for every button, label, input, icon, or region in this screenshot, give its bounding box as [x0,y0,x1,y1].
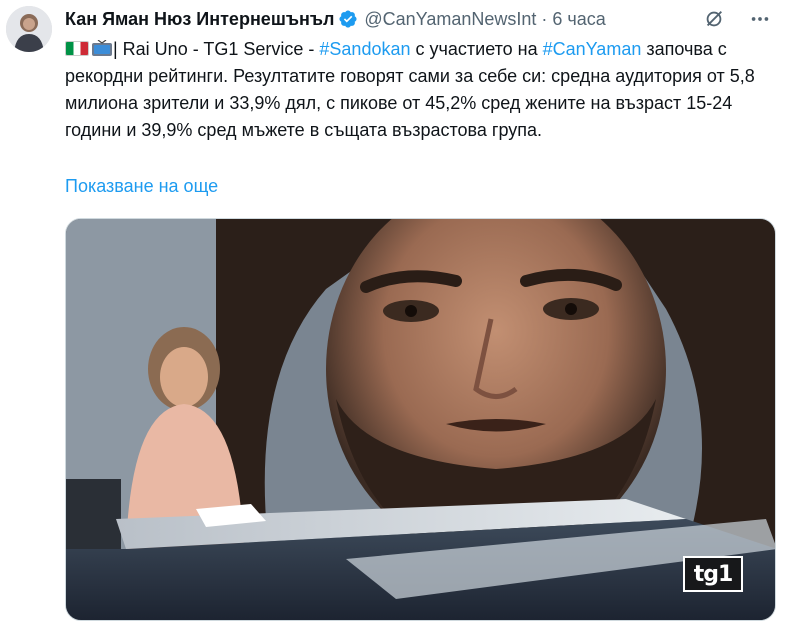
show-more-link[interactable]: Показване на още [65,176,218,197]
tg1-logo: tg1 [683,556,743,592]
tweet-media-image[interactable]: tg1 [65,218,776,621]
more-icon[interactable] [749,8,771,30]
tweet-text-part2: с участието на [410,39,543,59]
italy-flag-icon [65,41,89,56]
tweet-text: | Rai Uno - TG1 Service - #Sandokan с уч… [65,36,780,144]
header-actions [703,6,771,32]
hashtag-canyaman[interactable]: #CanYaman [543,39,642,59]
verified-badge-icon [338,9,358,29]
separator-dot: · [541,8,548,29]
avatar[interactable] [6,6,52,52]
tweet-timestamp[interactable]: 6 часа [552,9,605,30]
tweet-header: Кан Яман Нюз Интернешънъл @CanYamanNewsI… [65,6,771,32]
author-handle[interactable]: @CanYamanNewsInt [364,9,536,30]
grok-icon[interactable] [703,8,725,30]
tweet-text-part1: | Rai Uno - TG1 Service - [113,39,320,59]
hashtag-sandokan[interactable]: #Sandokan [319,39,410,59]
news-broadcast-photo [66,219,775,620]
avatar-image [6,6,52,52]
author-display-name[interactable]: Кан Яман Нюз Интернешънъл [65,9,334,30]
tv-icon [91,38,113,56]
